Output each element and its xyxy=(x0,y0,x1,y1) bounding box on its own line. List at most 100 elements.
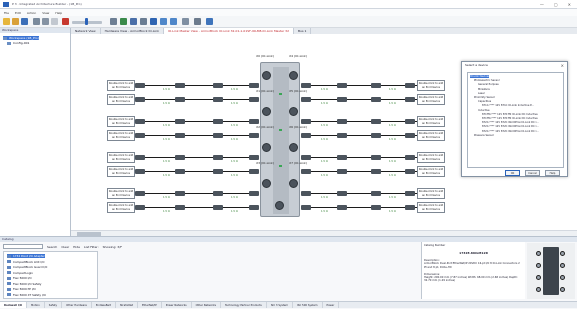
port-x1-connector[interactable] xyxy=(262,107,271,116)
copy-icon[interactable] xyxy=(42,18,49,25)
cable-length-label[interactable]: 1.5 m xyxy=(231,102,238,105)
grid-icon[interactable] xyxy=(120,18,127,25)
port-x6-connector[interactable] xyxy=(289,143,298,152)
cable-length-label[interactable]: 1.5 m xyxy=(231,174,238,177)
cut-icon[interactable] xyxy=(33,18,40,25)
zoom-slider-thumb[interactable] xyxy=(85,18,88,25)
ok-button[interactable]: OK xyxy=(505,170,520,176)
cable-length-label[interactable]: 1.5 m xyxy=(321,102,328,105)
device-tree[interactable]: IO-Link Devices Photoelectric Sensor Gener… xyxy=(467,72,564,168)
cable-length-label[interactable]: 1.5 m xyxy=(321,160,328,163)
cable-length-label[interactable]: 1.5 m xyxy=(231,160,238,163)
cable-length-label[interactable]: 1.5 m xyxy=(389,196,396,199)
search-button[interactable]: Search xyxy=(47,245,57,249)
catalog-tab[interactable]: StratixNet xyxy=(116,302,139,308)
end-device-slot[interactable]: Double-Click to add an End Device xyxy=(107,166,135,177)
catalog-item[interactable]: CompactLogix xyxy=(7,271,33,275)
port-x5-connector[interactable] xyxy=(289,107,298,116)
report-icon[interactable] xyxy=(206,18,213,25)
catalog-tab[interactable]: EtherNet/IP xyxy=(138,302,162,308)
menu-help[interactable]: Help xyxy=(55,11,62,15)
device-tree-item[interactable]: Photoelectric Sensor xyxy=(474,79,500,82)
device-tree-item[interactable]: 871TM-**** 12V 871TM IO-Link DC Inductiv… xyxy=(482,117,538,120)
end-device-slot[interactable]: Double-Click to add an End Device xyxy=(417,152,445,163)
cable-length-label[interactable]: 1.5 m xyxy=(389,160,396,163)
cable-length-label[interactable]: 1.5 m xyxy=(231,138,238,141)
cable-length-label[interactable]: 1.5 m xyxy=(231,88,238,91)
cable-length-label[interactable]: 1.5 m xyxy=(163,88,170,91)
catalog-list[interactable]: 1734 Point I/O Adapter CompactBlock LDX I… xyxy=(3,251,98,299)
device-tree-item[interactable]: IO-Link Devices xyxy=(470,75,490,78)
help-button[interactable]: Help xyxy=(545,170,560,176)
cable-length-label[interactable]: 1.5 m xyxy=(163,160,170,163)
device-tree-item[interactable]: 871C-**** 12V 871C IO-Link Inductive P..… xyxy=(482,104,534,107)
catalog-item[interactable]: 1734 Point I/O Adapter xyxy=(7,254,45,258)
tree-item-config[interactable]: Config-001 xyxy=(7,41,29,45)
end-device-slot[interactable]: Double-Click to add an End Device xyxy=(107,130,135,141)
open-icon[interactable] xyxy=(12,18,19,25)
device-tree-item[interactable]: Proximity Sensor xyxy=(474,96,495,99)
redo-icon[interactable] xyxy=(170,18,177,25)
device-tree-item[interactable]: Pressure Sensor xyxy=(474,134,494,137)
port-x0-connector[interactable] xyxy=(262,71,271,80)
device-tree-item[interactable]: Laser xyxy=(478,92,485,95)
catalog-tab[interactable]: Other Hardware xyxy=(62,302,92,308)
catalog-tab[interactable]: ISC 500 System xyxy=(293,302,323,308)
cable-length-label[interactable]: 1.5 m xyxy=(163,196,170,199)
end-device-slot[interactable]: Double-Click to add an End Device xyxy=(417,116,445,127)
catalog-item[interactable]: CompactBlock LDX I/O xyxy=(7,260,44,264)
cable-length-label[interactable]: 1.5 m xyxy=(163,102,170,105)
device-tree-item[interactable]: General Purpose xyxy=(478,83,499,86)
cable-length-label[interactable]: 1.5 m xyxy=(389,174,396,177)
cable-length-label[interactable]: 1.5 m xyxy=(389,210,396,213)
catalog-search-input[interactable] xyxy=(3,244,43,249)
cable-length-label[interactable]: 1.5 m xyxy=(163,124,170,127)
catalog-tab[interactable]: Motion xyxy=(27,302,45,308)
cable-length-label[interactable]: 1.5 m xyxy=(231,196,238,199)
cable-length-label[interactable]: 1.5 m xyxy=(231,210,238,213)
cable-length-label[interactable]: 1.5 m xyxy=(389,138,396,141)
cable-length-label[interactable]: 1.5 m xyxy=(163,174,170,177)
minimize-button[interactable]: — xyxy=(540,2,544,7)
end-device-slot[interactable]: Double-Click to add an End Device xyxy=(107,188,135,199)
catalog-tab[interactable]: Other Networks xyxy=(192,302,221,308)
end-device-slot[interactable]: Double-Click to add an End Device xyxy=(107,94,135,105)
menu-action[interactable]: Action xyxy=(27,11,36,15)
cable-length-label[interactable]: 1.5 m xyxy=(321,196,328,199)
iolink-master-module[interactable] xyxy=(260,62,300,217)
cable-length-label[interactable]: 1.5 m xyxy=(163,210,170,213)
cable-length-label[interactable]: 1.5 m xyxy=(231,124,238,127)
refresh-icon[interactable] xyxy=(150,18,157,25)
cable-length-label[interactable]: 1.5 m xyxy=(389,102,396,105)
device-tree-item[interactable]: Miniature xyxy=(478,88,490,91)
catalog-tab[interactable]: Power Networks xyxy=(162,302,192,308)
end-device-slot[interactable]: Double-Click to add an End Device xyxy=(417,202,445,213)
catalog-tab[interactable]: EndlessBelt xyxy=(92,302,116,308)
device-tree-item[interactable]: 872C-**** 12V 872C WorldProx IO-Link DC … xyxy=(482,125,539,128)
list-filter-label[interactable]: List Filter: xyxy=(84,245,99,249)
device-tree-item[interactable]: 871TM-**** 12V 871TM IO-Link DC Inductiv… xyxy=(482,113,538,116)
catalog-item[interactable]: CompactBlock Guard I/O xyxy=(7,265,47,269)
catalog-tab[interactable]: ISC 3 System xyxy=(267,302,293,308)
catalog-item[interactable]: Flex 5000-TP I/O xyxy=(7,287,36,291)
catalog-tab[interactable]: Power xyxy=(323,302,340,308)
delete-icon[interactable] xyxy=(62,18,69,25)
port-x3-connector[interactable] xyxy=(262,179,271,188)
device-tree-item[interactable]: 872C-**** 12V 872C WorldProx IO-Link DC … xyxy=(482,121,539,124)
menu-edit[interactable]: Edit xyxy=(15,11,21,15)
cable-length-label[interactable]: 1.5 m xyxy=(389,124,396,127)
undo-icon[interactable] xyxy=(160,18,167,25)
catalog-tab[interactable]: Rockwell I/O xyxy=(0,302,27,308)
close-button[interactable]: ✕ xyxy=(568,2,571,7)
end-device-slot[interactable]: Double-Click to add an End Device xyxy=(417,166,445,177)
cable-length-label[interactable]: 1.5 m xyxy=(321,88,328,91)
save-icon[interactable] xyxy=(21,18,28,25)
port-x4-connector[interactable] xyxy=(289,71,298,80)
clear-button[interactable]: Clear xyxy=(61,245,69,249)
catalog-tab[interactable]: Technology Partner Products xyxy=(221,302,267,308)
end-device-slot[interactable]: Double-Click to add an End Device xyxy=(417,80,445,91)
catalog-item[interactable]: Flex 5000 I/O Safety xyxy=(7,282,41,286)
end-device-slot[interactable]: Double-Click to add an End Device xyxy=(417,188,445,199)
cable-length-label[interactable]: 1.5 m xyxy=(321,174,328,177)
device-tree-item[interactable]: Inductive xyxy=(478,109,490,112)
